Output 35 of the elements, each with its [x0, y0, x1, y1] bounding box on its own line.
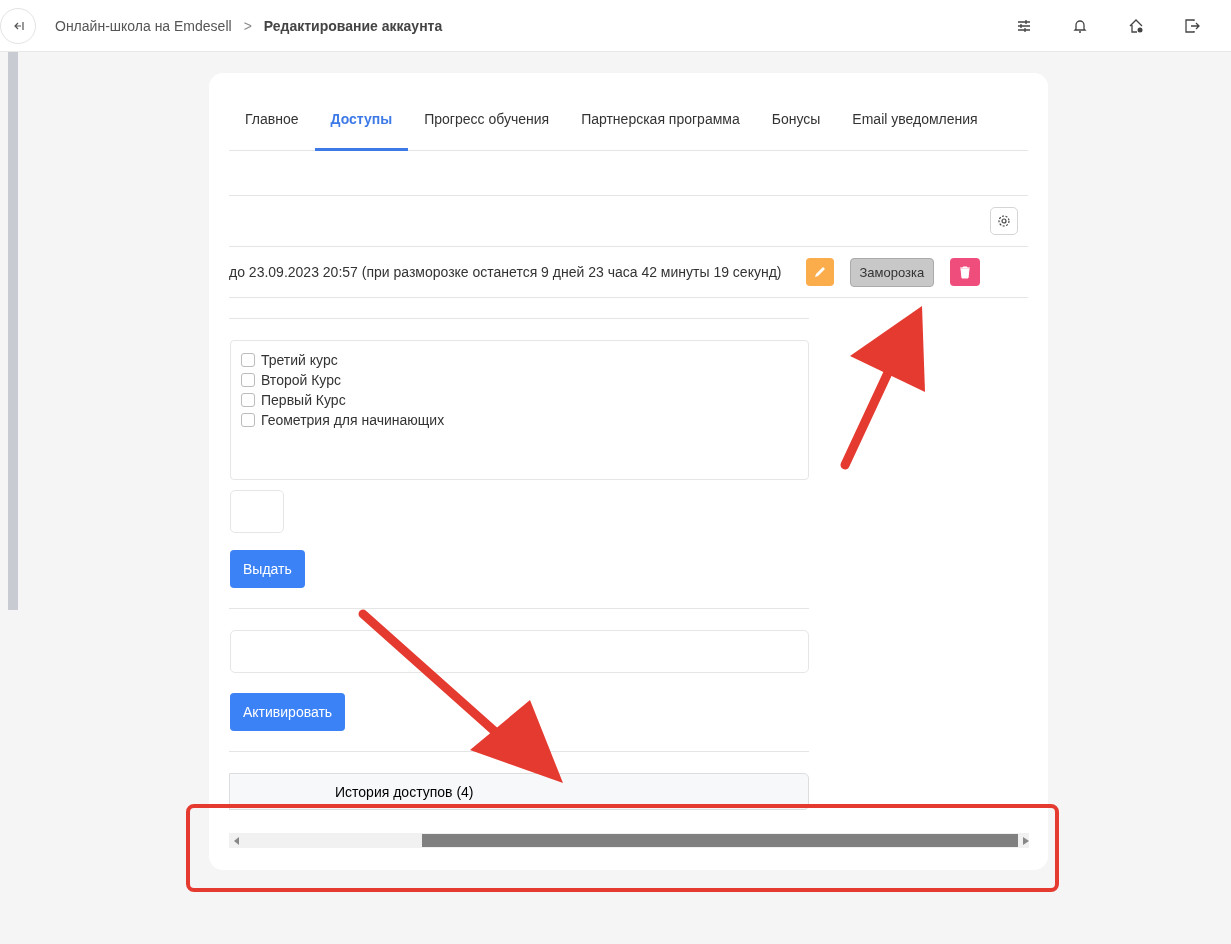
freeze-button[interactable]: Заморозка: [849, 257, 935, 287]
scroll-right-icon[interactable]: [1023, 836, 1029, 845]
tab[interactable]: Email уведомления: [836, 95, 994, 151]
tab[interactable]: Доступы: [314, 95, 409, 151]
scroll-left-icon[interactable]: [234, 836, 240, 845]
trash-icon: [959, 265, 972, 279]
activate-button[interactable]: Активировать: [230, 693, 346, 731]
tab[interactable]: Партнерская программа: [565, 95, 756, 151]
tab[interactable]: Главное: [229, 95, 315, 151]
collapse-sidebar-button[interactable]: [0, 7, 36, 44]
checkbox[interactable]: [241, 353, 255, 367]
input-field[interactable]: [230, 490, 284, 533]
page-title: Редактирование аккаунта: [263, 17, 443, 34]
edit-button[interactable]: [805, 258, 834, 286]
checkbox[interactable]: [241, 393, 255, 407]
breadcrumb-link[interactable]: Онлайн-школа на Emdesell: [55, 17, 232, 34]
course-label[interactable]: Первый Курс: [261, 392, 346, 408]
course-label[interactable]: Третий курс: [261, 352, 338, 368]
delete-button[interactable]: [950, 258, 981, 286]
breadcrumb-separator: >: [243, 17, 252, 34]
grant-button[interactable]: Выдать: [230, 550, 305, 588]
horizontal-scrollbar[interactable]: [229, 833, 1029, 848]
pencil-icon: [812, 265, 827, 279]
course-label[interactable]: Геометрия для начинающих: [261, 412, 445, 428]
tab[interactable]: Прогресс обучения: [408, 95, 566, 151]
tab[interactable]: Бонусы: [755, 95, 837, 151]
checkbox[interactable]: [241, 413, 255, 427]
collapse-icon: [12, 19, 24, 32]
settings-button[interactable]: [990, 207, 1018, 235]
logout-icon[interactable]: [1183, 16, 1201, 35]
course-label[interactable]: Второй Курс: [261, 372, 341, 388]
access-period-text: до 23.09.2023 20:57 (при разморозке останется 9 дней 23 часа 42 минуты 19 секунд): [229, 264, 782, 280]
checkbox[interactable]: [241, 373, 255, 387]
gear-icon: [997, 214, 1011, 228]
input-field[interactable]: [230, 630, 809, 673]
